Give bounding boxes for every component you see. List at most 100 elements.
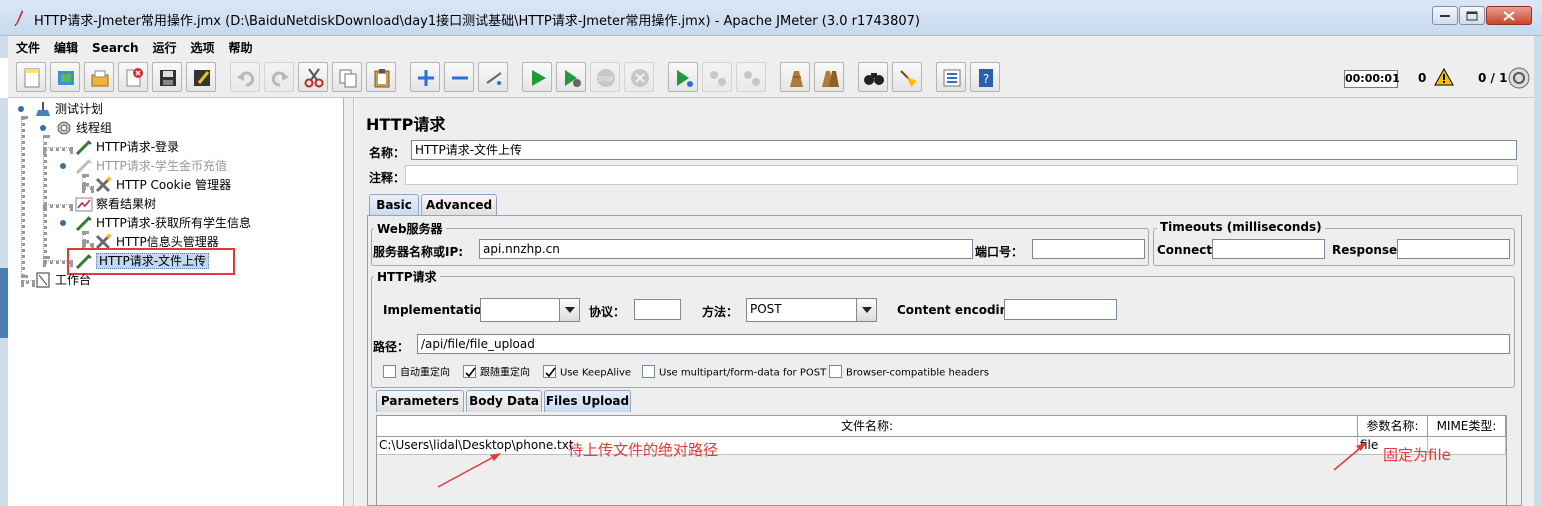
follow-redirect-checkbox[interactable]: 跟随重定向	[463, 365, 530, 381]
tab-files-upload[interactable]: Files Upload	[544, 390, 631, 412]
templates-button[interactable]	[50, 62, 80, 92]
tree-node-http-recharge[interactable]: HTTP请求-学生金币充值	[75, 157, 227, 175]
keepalive-checkbox[interactable]: Use KeepAlive	[543, 365, 631, 381]
menu-edit[interactable]: 编辑	[46, 36, 84, 56]
tree-expand-handle[interactable]	[17, 105, 25, 113]
window-title-bar: HTTP请求-Jmeter常用操作.jmx (D:\BaiduNetdiskDo…	[0, 0, 1542, 36]
comment-label: 注释：	[369, 171, 406, 185]
tree-node-thread-group[interactable]: 线程组	[55, 119, 112, 137]
port-field[interactable]	[1032, 239, 1145, 259]
tree-line	[82, 231, 86, 243]
help-icon: ?	[979, 69, 993, 87]
http-request-editor: HTTP请求 名称： HTTP请求-文件上传 注释： Basic Advance…	[355, 98, 1534, 506]
config-tools-icon	[95, 176, 111, 192]
reset-search-button[interactable]	[892, 62, 922, 92]
remote-stop-button[interactable]	[702, 62, 732, 92]
server-field[interactable]: api.nnzhp.cn	[479, 239, 973, 259]
implementation-select[interactable]	[480, 298, 580, 322]
comment-field[interactable]	[405, 165, 1518, 185]
auto-redirect-checkbox[interactable]: 自动重定向	[383, 365, 450, 381]
save-as-button[interactable]	[186, 62, 216, 92]
path-field[interactable]: /api/file/file_upload	[417, 334, 1510, 354]
menu-options[interactable]: 选项	[183, 36, 221, 56]
menu-file[interactable]: 文件	[8, 36, 46, 56]
cell-file-path[interactable]: C:\Users\lidal\Desktop\phone.txt	[377, 437, 1358, 455]
expand-button[interactable]	[410, 62, 440, 92]
column-header-file[interactable]: 文件名称:	[377, 416, 1358, 437]
clear-all-button[interactable]	[814, 62, 844, 92]
tree-node-workbench[interactable]: 工作台	[34, 271, 91, 289]
paste-icon	[374, 69, 390, 88]
connect-label: Connect:	[1157, 243, 1217, 257]
new-button[interactable]	[16, 62, 46, 92]
function-helper-icon	[943, 69, 961, 87]
checkbox-box	[829, 365, 842, 378]
response-label: Response:	[1332, 243, 1402, 257]
close-file-button[interactable]	[118, 62, 148, 92]
copy-button[interactable]	[332, 62, 362, 92]
start-button[interactable]	[522, 62, 552, 92]
tree-expand-handle[interactable]	[59, 162, 67, 170]
listener-chart-icon	[75, 197, 93, 211]
remote-start-button[interactable]	[668, 62, 698, 92]
tab-basic[interactable]: Basic	[369, 194, 419, 216]
open-icon	[91, 70, 109, 87]
annotation-highlight-box	[67, 248, 235, 275]
name-label: 名称：	[369, 146, 406, 160]
method-label: 方法：	[702, 305, 739, 319]
response-timeout-field[interactable]	[1397, 239, 1510, 259]
tree-node-view-results-tree[interactable]: 察看结果树	[75, 195, 156, 213]
method-select[interactable]: POST	[746, 298, 877, 322]
menu-help[interactable]: 帮助	[221, 36, 259, 56]
tree-line	[43, 135, 47, 259]
column-header-mime[interactable]: MIME类型:	[1428, 416, 1506, 437]
clear-all-icon	[822, 71, 839, 87]
search-button[interactable]	[858, 62, 888, 92]
tab-body-data[interactable]: Body Data	[466, 390, 542, 412]
close-button[interactable]	[1486, 6, 1532, 25]
remote-hosts-icon[interactable]	[1508, 67, 1530, 89]
tab-advanced[interactable]: Advanced	[421, 194, 497, 216]
redo-button[interactable]	[264, 62, 294, 92]
window-title: HTTP请求-Jmeter常用操作.jmx (D:\BaiduNetdiskDo…	[34, 14, 920, 29]
help-button[interactable]: ?	[970, 62, 1000, 92]
multipart-checkbox[interactable]: Use multipart/form-data for POST	[642, 365, 826, 381]
shutdown-button[interactable]	[624, 62, 654, 92]
tree-node-cookie-manager[interactable]: HTTP Cookie 管理器	[95, 176, 231, 194]
content-encoding-field[interactable]	[1004, 299, 1117, 320]
chevron-down-icon	[862, 307, 872, 313]
panel-splitter[interactable]	[344, 98, 354, 506]
clear-button[interactable]	[780, 62, 810, 92]
menu-run[interactable]: 运行	[144, 36, 182, 56]
tree-node-http-login[interactable]: HTTP请求-登录	[75, 138, 179, 156]
paste-button[interactable]	[366, 62, 396, 92]
maximize-button[interactable]	[1459, 6, 1485, 25]
tree-node-test-plan[interactable]: 测试计划	[34, 100, 103, 118]
tree-node-http-get-students[interactable]: HTTP请求-获取所有学生信息	[75, 214, 251, 232]
column-header-param[interactable]: 参数名称:	[1358, 416, 1428, 437]
redo-icon	[271, 71, 289, 87]
browser-headers-checkbox[interactable]: Browser-compatible headers	[829, 365, 989, 381]
sampler-pen-icon	[75, 139, 92, 155]
stop-button[interactable]: STOP	[590, 62, 620, 92]
protocol-field[interactable]	[634, 299, 681, 320]
connect-timeout-field[interactable]	[1212, 239, 1325, 259]
tree-line	[43, 204, 73, 208]
close-icon	[1503, 10, 1515, 21]
minimize-button[interactable]	[1432, 6, 1458, 25]
collapse-button[interactable]	[444, 62, 474, 92]
remote-shutdown-button[interactable]	[736, 62, 766, 92]
menu-search[interactable]: Search	[84, 38, 144, 55]
tree-expand-handle[interactable]	[39, 124, 47, 132]
function-helper-button[interactable]	[936, 62, 966, 92]
save-button[interactable]	[152, 62, 182, 92]
toggle-button[interactable]	[478, 62, 508, 92]
start-no-pause-button[interactable]	[556, 62, 586, 92]
open-button[interactable]	[84, 62, 114, 92]
cut-button[interactable]	[298, 62, 328, 92]
name-field[interactable]: HTTP请求-文件上传	[411, 140, 1517, 160]
tab-parameters[interactable]: Parameters	[376, 390, 464, 412]
tree-expand-handle[interactable]	[59, 219, 67, 227]
undo-button[interactable]	[230, 62, 260, 92]
web-server-title: Web服务器	[374, 220, 446, 237]
